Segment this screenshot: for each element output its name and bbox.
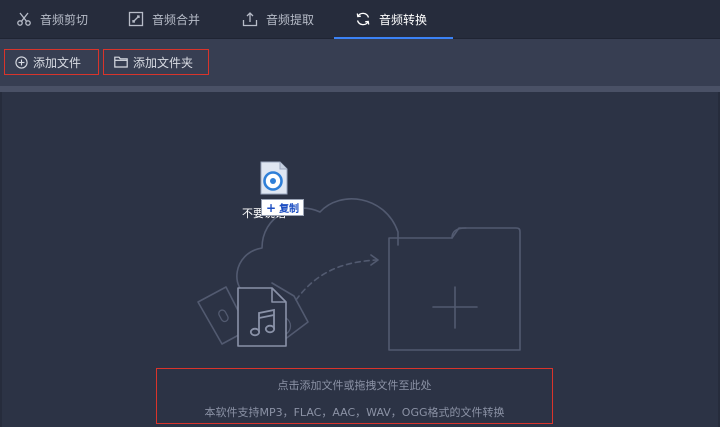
copy-badge: + 复制 bbox=[261, 199, 305, 216]
copy-label: 复制 bbox=[279, 204, 300, 215]
drop-hint-secondary: 本软件支持MP3，FLAC，AAC，WAV，OGG格式的文件转换 bbox=[204, 406, 505, 419]
drop-zone-illustration bbox=[197, 198, 521, 351]
drop-hint-primary: 点击添加文件或拖拽文件至此处 bbox=[277, 379, 432, 392]
arrow-icon bbox=[295, 259, 377, 301]
drop-hint: 点击添加文件或拖拽文件至此处 本软件支持MP3，FLAC，AAC，WAV，OGG… bbox=[156, 368, 553, 424]
folder-plus-icon bbox=[388, 227, 521, 351]
plus-icon: + bbox=[266, 200, 277, 215]
dragged-file-icon bbox=[260, 161, 288, 195]
music-file-icon bbox=[237, 287, 287, 347]
